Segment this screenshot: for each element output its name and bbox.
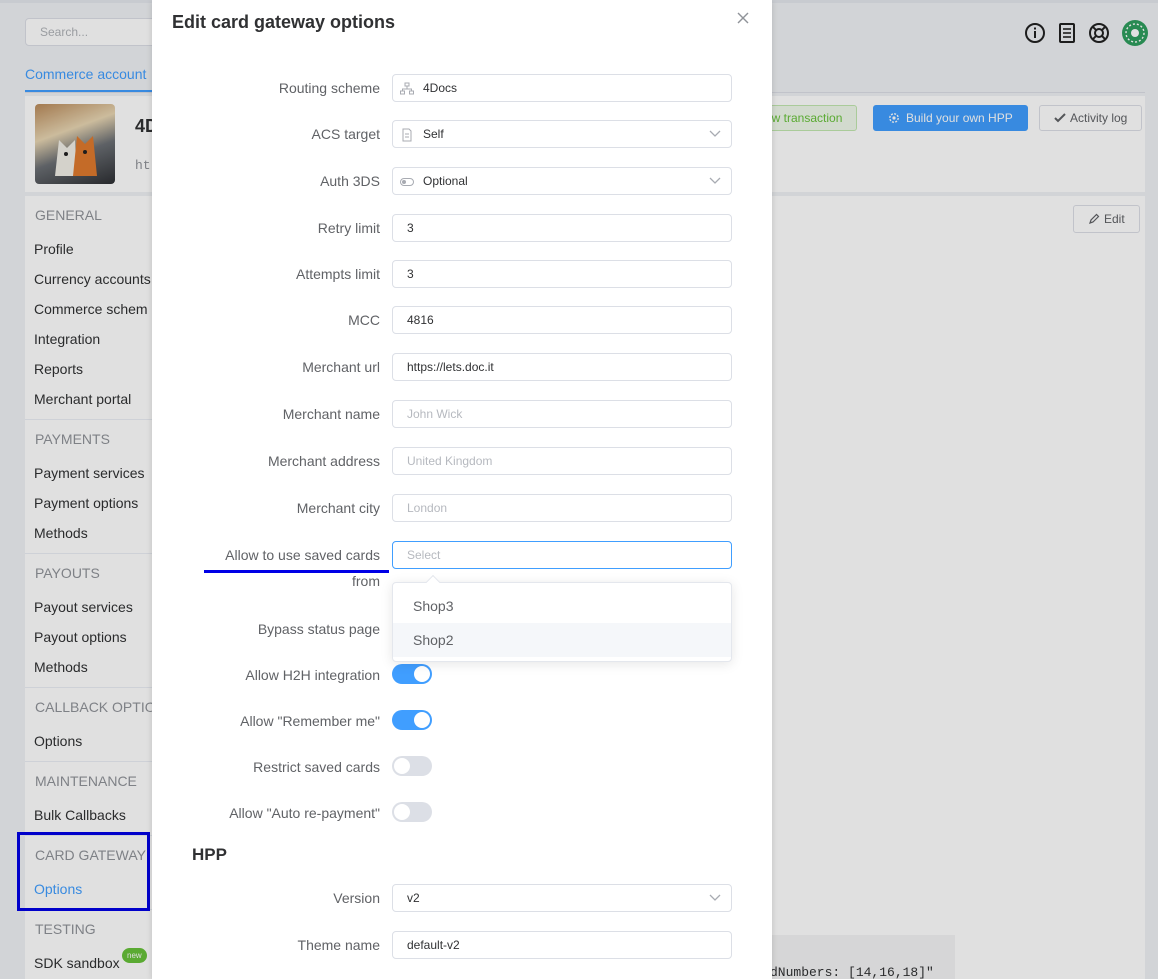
dropdown-arrow	[425, 574, 441, 590]
dialog-title: Edit card gateway options	[172, 12, 396, 32]
chevron-down-icon	[709, 177, 721, 184]
toggle-icon	[400, 178, 414, 186]
allow-auto-repayment-toggle[interactable]	[392, 802, 432, 822]
theme-name-input[interactable]: default-v2	[392, 931, 732, 959]
hpp-version-value: v2	[407, 891, 420, 905]
auth-3ds-select[interactable]: Optional	[392, 167, 732, 195]
hpp-version-label: Version	[333, 890, 380, 906]
acs-target-row: ACS target Self	[152, 120, 772, 148]
hpp-section-heading: HPP	[192, 845, 227, 864]
dropdown-option[interactable]: Shop3	[393, 589, 731, 623]
allow-auto-repayment-label: Allow "Auto re-payment"	[229, 805, 380, 821]
restrict-saved-cards-label: Restrict saved cards	[253, 759, 380, 775]
saved-cards-from-label: Allow to use saved cards	[225, 547, 380, 563]
dropdown-option[interactable]: Shop2	[393, 623, 731, 657]
toggle-knob	[394, 758, 410, 774]
merchant-address-input[interactable]: United Kingdom	[392, 447, 732, 475]
toggle-knob	[414, 666, 430, 682]
attempts-limit-label: Attempts limit	[295, 266, 380, 282]
routing-scheme-select[interactable]: 4Docs	[392, 74, 732, 102]
hpp-version-select[interactable]: v2	[392, 884, 732, 912]
merchant-name-input[interactable]: John Wick	[392, 400, 732, 428]
saved-cards-from-label-line2: from	[352, 573, 380, 589]
retry-limit-input[interactable]: 3	[392, 214, 732, 242]
hpp-version-row: Version v2	[152, 884, 772, 912]
merchant-city-input[interactable]: London	[392, 494, 732, 522]
saved-cards-dropdown: Shop3 Shop2	[392, 574, 732, 662]
allow-h2h-label: Allow H2H integration	[245, 667, 380, 683]
merchant-url-input[interactable]: https://lets.doc.it	[392, 353, 732, 381]
restrict-saved-cards-row: Restrict saved cards	[152, 753, 772, 781]
merchant-name-label: Merchant name	[282, 406, 380, 422]
merchant-city-row: Merchant city London	[152, 494, 772, 522]
auth-3ds-value: Optional	[423, 174, 468, 188]
merchant-city-label: Merchant city	[296, 500, 380, 516]
toggle-knob	[414, 712, 430, 728]
theme-name-label: Theme name	[297, 937, 380, 953]
acs-target-select[interactable]: Self	[392, 120, 732, 148]
edit-card-gateway-dialog: Edit card gateway options Routing scheme…	[152, 0, 772, 979]
allow-h2h-row: Allow H2H integration	[152, 661, 772, 689]
retry-limit-row: Retry limit 3	[152, 214, 772, 242]
acs-target-label: ACS target	[311, 126, 380, 142]
saved-cards-from-select[interactable]: Select	[392, 541, 732, 569]
theme-name-row: Theme name default-v2	[152, 931, 772, 959]
allow-h2h-toggle[interactable]	[392, 664, 432, 684]
merchant-address-row: Merchant address United Kingdom	[152, 447, 772, 475]
restrict-saved-cards-toggle[interactable]	[392, 756, 432, 776]
allow-auto-repayment-row: Allow "Auto re-payment"	[152, 799, 772, 827]
merchant-url-label: Merchant url	[302, 359, 380, 375]
allow-remember-me-label: Allow "Remember me"	[240, 713, 380, 729]
allow-remember-me-row: Allow "Remember me"	[152, 707, 772, 735]
auth-3ds-row: Auth 3DS Optional	[152, 167, 772, 195]
sitemap-icon	[400, 82, 414, 95]
chevron-down-icon	[709, 894, 721, 901]
routing-scheme-row: Routing scheme 4Docs	[152, 74, 772, 102]
routing-scheme-label: Routing scheme	[278, 80, 380, 96]
allow-remember-me-toggle[interactable]	[392, 710, 432, 730]
merchant-name-row: Merchant name John Wick	[152, 400, 772, 428]
retry-limit-label: Retry limit	[317, 220, 380, 236]
attempts-limit-input[interactable]: 3	[392, 260, 732, 288]
document-icon	[402, 128, 412, 142]
chevron-down-icon	[709, 130, 721, 137]
merchant-url-row: Merchant url https://lets.doc.it	[152, 353, 772, 381]
attempts-limit-row: Attempts limit 3	[152, 260, 772, 288]
toggle-knob	[394, 804, 410, 820]
bypass-status-page-label: Bypass status page	[257, 621, 380, 637]
mcc-row: MCC 4816	[152, 306, 772, 334]
mcc-input[interactable]: 4816	[392, 306, 732, 334]
routing-scheme-value: 4Docs	[423, 81, 458, 95]
close-icon[interactable]	[735, 10, 751, 26]
mcc-label: MCC	[348, 312, 380, 328]
merchant-address-label: Merchant address	[267, 453, 380, 469]
saved-cards-from-row: Allow to use saved cards Select	[152, 541, 772, 569]
auth-3ds-label: Auth 3DS	[320, 173, 380, 189]
acs-target-value: Self	[423, 127, 444, 141]
